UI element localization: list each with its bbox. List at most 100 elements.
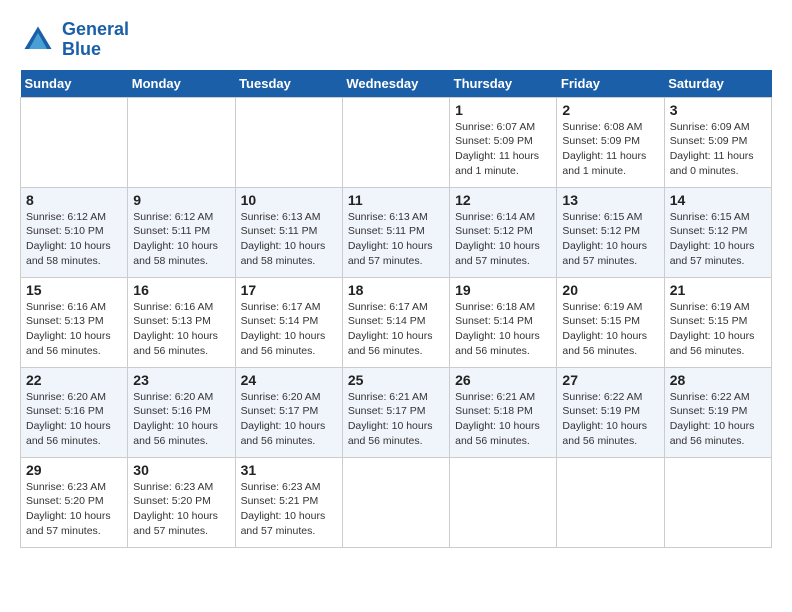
day-info: Sunrise: 6:09 AMSunset: 5:09 PMDaylight:… (670, 120, 766, 179)
day-info: Sunrise: 6:19 AMSunset: 5:15 PMDaylight:… (562, 300, 658, 359)
day-of-week-header: Sunday (21, 70, 128, 98)
calendar-cell: 9 Sunrise: 6:12 AMSunset: 5:11 PMDayligh… (128, 187, 235, 277)
calendar-cell: 25 Sunrise: 6:21 AMSunset: 5:17 PMDaylig… (342, 367, 449, 457)
day-number: 15 (26, 282, 122, 298)
day-info: Sunrise: 6:07 AMSunset: 5:09 PMDaylight:… (455, 120, 551, 179)
day-number: 24 (241, 372, 337, 388)
calendar-cell: 2 Sunrise: 6:08 AMSunset: 5:09 PMDayligh… (557, 97, 664, 187)
calendar-cell: 3 Sunrise: 6:09 AMSunset: 5:09 PMDayligh… (664, 97, 771, 187)
day-number: 14 (670, 192, 766, 208)
day-number: 25 (348, 372, 444, 388)
calendar-cell (342, 97, 449, 187)
calendar-cell: 20 Sunrise: 6:19 AMSunset: 5:15 PMDaylig… (557, 277, 664, 367)
calendar-cell: 31 Sunrise: 6:23 AMSunset: 5:21 PMDaylig… (235, 457, 342, 547)
calendar-cell: 1 Sunrise: 6:07 AMSunset: 5:09 PMDayligh… (450, 97, 557, 187)
logo-text: General Blue (62, 20, 129, 60)
day-number: 9 (133, 192, 229, 208)
day-number: 17 (241, 282, 337, 298)
day-of-week-header: Wednesday (342, 70, 449, 98)
day-number: 13 (562, 192, 658, 208)
calendar-cell: 10 Sunrise: 6:13 AMSunset: 5:11 PMDaylig… (235, 187, 342, 277)
day-of-week-header: Saturday (664, 70, 771, 98)
calendar-cell: 8 Sunrise: 6:12 AMSunset: 5:10 PMDayligh… (21, 187, 128, 277)
day-info: Sunrise: 6:21 AMSunset: 5:18 PMDaylight:… (455, 390, 551, 449)
day-number: 31 (241, 462, 337, 478)
calendar-cell: 23 Sunrise: 6:20 AMSunset: 5:16 PMDaylig… (128, 367, 235, 457)
calendar-cell: 30 Sunrise: 6:23 AMSunset: 5:20 PMDaylig… (128, 457, 235, 547)
day-number: 23 (133, 372, 229, 388)
day-number: 18 (348, 282, 444, 298)
day-of-week-header: Thursday (450, 70, 557, 98)
day-number: 8 (26, 192, 122, 208)
day-number: 21 (670, 282, 766, 298)
day-info: Sunrise: 6:21 AMSunset: 5:17 PMDaylight:… (348, 390, 444, 449)
day-number: 11 (348, 192, 444, 208)
day-info: Sunrise: 6:17 AMSunset: 5:14 PMDaylight:… (348, 300, 444, 359)
calendar-cell: 29 Sunrise: 6:23 AMSunset: 5:20 PMDaylig… (21, 457, 128, 547)
calendar-cell: 15 Sunrise: 6:16 AMSunset: 5:13 PMDaylig… (21, 277, 128, 367)
logo-icon (20, 22, 56, 58)
day-number: 19 (455, 282, 551, 298)
calendar-cell: 16 Sunrise: 6:16 AMSunset: 5:13 PMDaylig… (128, 277, 235, 367)
day-number: 16 (133, 282, 229, 298)
day-number: 26 (455, 372, 551, 388)
day-info: Sunrise: 6:13 AMSunset: 5:11 PMDaylight:… (241, 210, 337, 269)
calendar-cell: 12 Sunrise: 6:14 AMSunset: 5:12 PMDaylig… (450, 187, 557, 277)
calendar-cell: 18 Sunrise: 6:17 AMSunset: 5:14 PMDaylig… (342, 277, 449, 367)
calendar-cell (128, 97, 235, 187)
day-number: 10 (241, 192, 337, 208)
calendar-cell: 11 Sunrise: 6:13 AMSunset: 5:11 PMDaylig… (342, 187, 449, 277)
calendar-cell: 28 Sunrise: 6:22 AMSunset: 5:19 PMDaylig… (664, 367, 771, 457)
calendar-cell: 22 Sunrise: 6:20 AMSunset: 5:16 PMDaylig… (21, 367, 128, 457)
day-info: Sunrise: 6:22 AMSunset: 5:19 PMDaylight:… (670, 390, 766, 449)
day-info: Sunrise: 6:16 AMSunset: 5:13 PMDaylight:… (133, 300, 229, 359)
day-number: 29 (26, 462, 122, 478)
day-number: 30 (133, 462, 229, 478)
day-number: 3 (670, 102, 766, 118)
day-of-week-header: Tuesday (235, 70, 342, 98)
calendar-cell (342, 457, 449, 547)
day-info: Sunrise: 6:15 AMSunset: 5:12 PMDaylight:… (670, 210, 766, 269)
calendar-cell: 19 Sunrise: 6:18 AMSunset: 5:14 PMDaylig… (450, 277, 557, 367)
day-number: 1 (455, 102, 551, 118)
day-info: Sunrise: 6:14 AMSunset: 5:12 PMDaylight:… (455, 210, 551, 269)
day-info: Sunrise: 6:23 AMSunset: 5:21 PMDaylight:… (241, 480, 337, 539)
day-info: Sunrise: 6:22 AMSunset: 5:19 PMDaylight:… (562, 390, 658, 449)
calendar-cell: 27 Sunrise: 6:22 AMSunset: 5:19 PMDaylig… (557, 367, 664, 457)
day-info: Sunrise: 6:20 AMSunset: 5:16 PMDaylight:… (26, 390, 122, 449)
calendar-cell (664, 457, 771, 547)
day-info: Sunrise: 6:20 AMSunset: 5:16 PMDaylight:… (133, 390, 229, 449)
day-of-week-header: Monday (128, 70, 235, 98)
day-info: Sunrise: 6:19 AMSunset: 5:15 PMDaylight:… (670, 300, 766, 359)
calendar-cell (450, 457, 557, 547)
day-number: 28 (670, 372, 766, 388)
day-info: Sunrise: 6:23 AMSunset: 5:20 PMDaylight:… (133, 480, 229, 539)
calendar-cell: 13 Sunrise: 6:15 AMSunset: 5:12 PMDaylig… (557, 187, 664, 277)
day-number: 12 (455, 192, 551, 208)
day-number: 27 (562, 372, 658, 388)
calendar-cell: 26 Sunrise: 6:21 AMSunset: 5:18 PMDaylig… (450, 367, 557, 457)
calendar-cell: 24 Sunrise: 6:20 AMSunset: 5:17 PMDaylig… (235, 367, 342, 457)
day-of-week-header: Friday (557, 70, 664, 98)
calendar-cell (21, 97, 128, 187)
day-info: Sunrise: 6:15 AMSunset: 5:12 PMDaylight:… (562, 210, 658, 269)
calendar-cell: 21 Sunrise: 6:19 AMSunset: 5:15 PMDaylig… (664, 277, 771, 367)
day-number: 22 (26, 372, 122, 388)
day-info: Sunrise: 6:08 AMSunset: 5:09 PMDaylight:… (562, 120, 658, 179)
day-info: Sunrise: 6:13 AMSunset: 5:11 PMDaylight:… (348, 210, 444, 269)
calendar-cell (557, 457, 664, 547)
calendar-cell (235, 97, 342, 187)
day-info: Sunrise: 6:23 AMSunset: 5:20 PMDaylight:… (26, 480, 122, 539)
day-info: Sunrise: 6:16 AMSunset: 5:13 PMDaylight:… (26, 300, 122, 359)
logo: General Blue (20, 20, 129, 60)
calendar-cell: 17 Sunrise: 6:17 AMSunset: 5:14 PMDaylig… (235, 277, 342, 367)
day-info: Sunrise: 6:12 AMSunset: 5:10 PMDaylight:… (26, 210, 122, 269)
day-info: Sunrise: 6:17 AMSunset: 5:14 PMDaylight:… (241, 300, 337, 359)
day-info: Sunrise: 6:18 AMSunset: 5:14 PMDaylight:… (455, 300, 551, 359)
calendar-cell: 14 Sunrise: 6:15 AMSunset: 5:12 PMDaylig… (664, 187, 771, 277)
day-number: 20 (562, 282, 658, 298)
day-number: 2 (562, 102, 658, 118)
day-info: Sunrise: 6:20 AMSunset: 5:17 PMDaylight:… (241, 390, 337, 449)
day-info: Sunrise: 6:12 AMSunset: 5:11 PMDaylight:… (133, 210, 229, 269)
calendar-table: SundayMondayTuesdayWednesdayThursdayFrid… (20, 70, 772, 548)
